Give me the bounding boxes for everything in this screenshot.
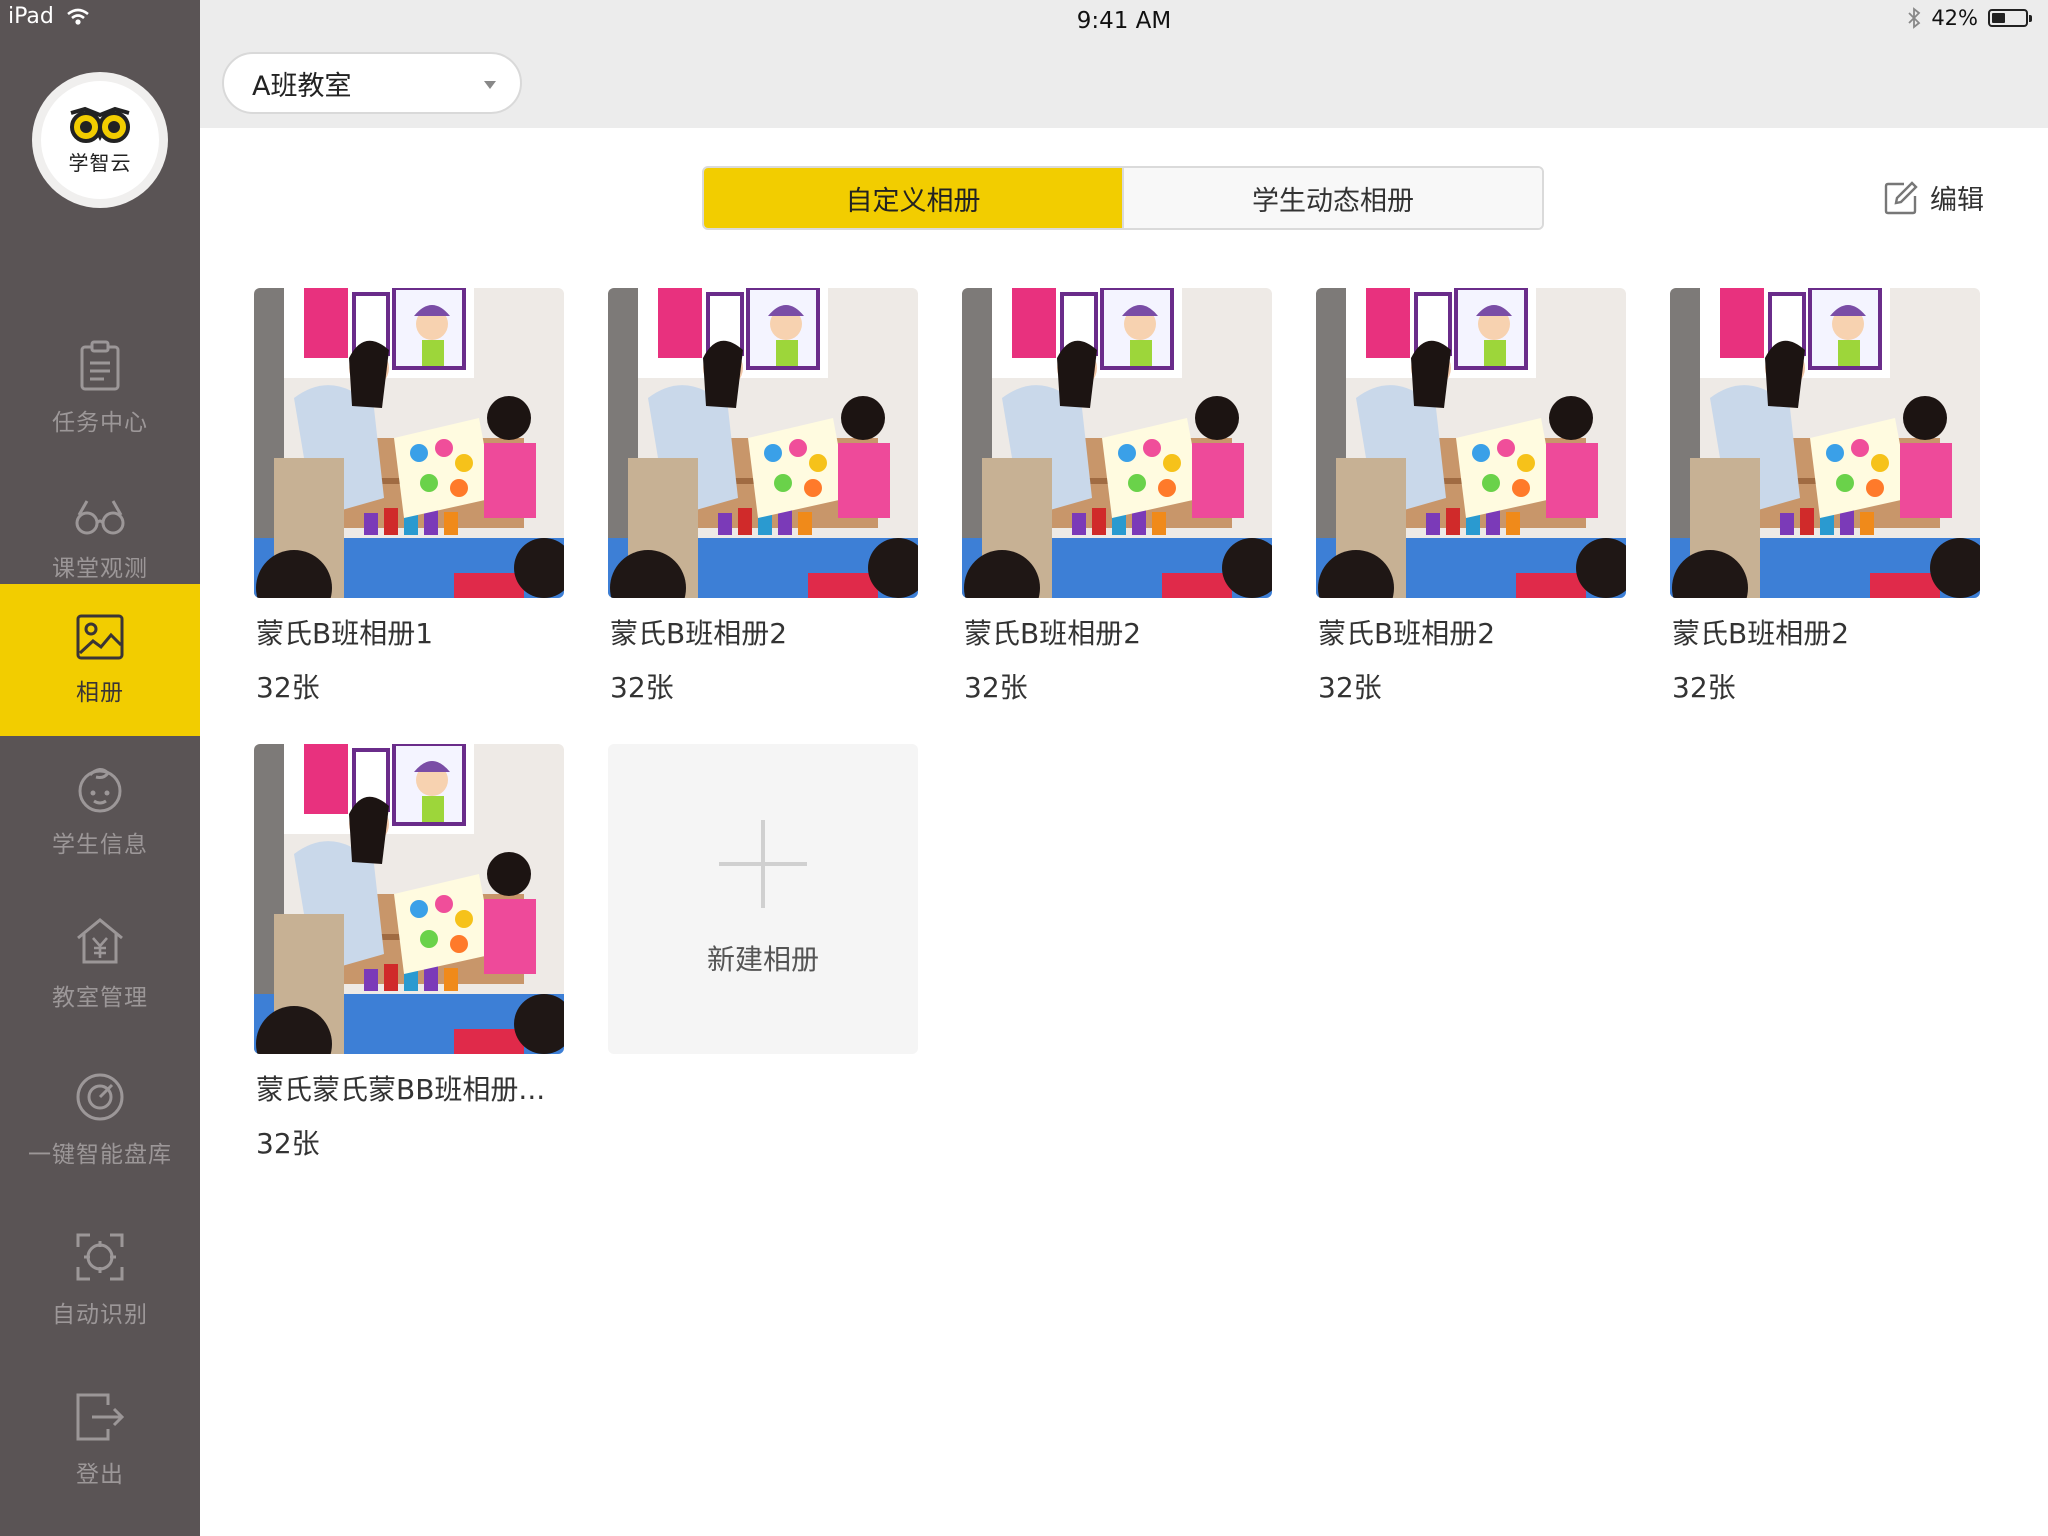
edit-label: 编辑 (1930, 185, 1984, 216)
album-photo-count: 32张 (1318, 671, 1382, 704)
album-card[interactable]: 蒙氏蒙氏蒙BB班相册... 32张 (254, 744, 564, 1162)
album-cover-image (608, 288, 918, 598)
album-cover-image (254, 288, 564, 598)
status-bar-right: 42% (1907, 6, 2032, 30)
album-card[interactable]: 蒙氏B班相册2 32张 (608, 288, 918, 706)
sidebar-item-auto-recognize[interactable]: 自动识别 (0, 1204, 200, 1356)
album-card[interactable]: 蒙氏B班相册1 32张 (254, 288, 564, 706)
sidebar-item-logout[interactable]: 登出 (0, 1364, 200, 1516)
sidebar-item-album[interactable]: 相册 (0, 584, 200, 736)
sidebar-item-classroom[interactable]: 教室管理 (0, 888, 200, 1040)
album-photo-count: 32张 (256, 671, 320, 704)
edit-button[interactable]: 编辑 (1884, 178, 1984, 217)
baby-face-icon (78, 768, 122, 813)
logo-text: 学智云 (68, 150, 132, 175)
classroom-select-value: A班教室 (252, 70, 352, 102)
house-yen-icon (77, 918, 123, 964)
battery-level (1992, 13, 2005, 23)
classroom-select[interactable]: A班教室 (222, 52, 522, 114)
album-name: 蒙氏B班相册2 (964, 617, 1142, 650)
app-root: iPad 学智云 任务中心 课堂观测 相册 学生信息 教室管理 一键智能盘库 自… (0, 0, 2048, 1536)
glasses-icon (75, 500, 125, 535)
sidebar-item-students[interactable]: 学生信息 (0, 736, 200, 888)
gauge-icon (76, 1073, 124, 1121)
status-time: 9:41 AM (1076, 8, 1172, 34)
bluetooth-icon (1908, 7, 1921, 29)
new-album-button[interactable]: 新建相册 (608, 744, 918, 1054)
sidebar-item-label: 登出 (76, 1462, 124, 1488)
album-photo-count: 32张 (256, 1127, 320, 1160)
logout-icon (76, 1393, 125, 1441)
status-bar-left: iPad (8, 4, 90, 29)
app-logo: 学智云 (32, 72, 168, 208)
new-album-label: 新建相册 (706, 943, 819, 976)
chevron-down-icon (484, 81, 496, 89)
album-card[interactable]: 蒙氏B班相册2 32张 (962, 288, 1272, 706)
album-name: 蒙氏蒙氏蒙BB班相册... (256, 1073, 546, 1106)
sidebar-item-label: 自动识别 (52, 1302, 148, 1328)
device-name: iPad (8, 4, 54, 29)
top-header: 9:41 AM 42% A班教室 (200, 0, 2048, 128)
album-cover-image (962, 288, 1272, 598)
album-name: 蒙氏B班相册2 (610, 617, 788, 650)
clipboard-icon (80, 340, 120, 391)
plus-icon (719, 820, 807, 908)
album-photo-count: 32张 (610, 671, 674, 704)
album-photo-count: 32张 (1672, 671, 1736, 704)
album-type-tabs: 自定义相册 学生动态相册 (702, 166, 1544, 230)
sidebar-item-label: 任务中心 (52, 410, 148, 436)
album-card[interactable]: 蒙氏B班相册2 32张 (1316, 288, 1626, 706)
scan-target-icon (76, 1233, 124, 1281)
wifi-icon (66, 8, 90, 26)
album-cover-image (254, 744, 564, 1054)
sidebar-item-label: 教室管理 (52, 985, 148, 1011)
sidebar-item-tasks[interactable]: 任务中心 (0, 312, 200, 464)
album-cover-image (1670, 288, 1980, 598)
album-name: 蒙氏B班相册2 (1672, 617, 1850, 650)
sidebar-item-label: 学生信息 (52, 832, 148, 858)
sidebar-item-inventory[interactable]: 一键智能盘库 (0, 1044, 200, 1196)
battery-percent: 42% (1931, 6, 1978, 30)
owl-icon (70, 106, 130, 143)
tab-custom-albums[interactable]: 自定义相册 (704, 168, 1122, 228)
album-name: 蒙氏B班相册2 (1318, 617, 1496, 650)
battery-icon (1988, 9, 2032, 27)
tab-student-activity-albums[interactable]: 学生动态相册 (1122, 168, 1542, 228)
album-card[interactable]: 蒙氏B班相册2 32张 (1670, 288, 1980, 706)
image-icon (76, 614, 124, 660)
album-name: 蒙氏B班相册1 (256, 617, 434, 650)
sidebar-item-label: 课堂观测 (52, 556, 148, 582)
sidebar: iPad 学智云 任务中心 课堂观测 相册 学生信息 教室管理 一键智能盘库 自… (0, 0, 200, 1536)
logo-badge: 学智云 (41, 81, 159, 199)
album-photo-count: 32张 (964, 671, 1028, 704)
album-cover-image (1316, 288, 1626, 598)
sidebar-item-label: 相册 (76, 680, 124, 706)
sidebar-item-label: 一键智能盘库 (28, 1142, 172, 1168)
edit-icon (1884, 180, 1918, 214)
